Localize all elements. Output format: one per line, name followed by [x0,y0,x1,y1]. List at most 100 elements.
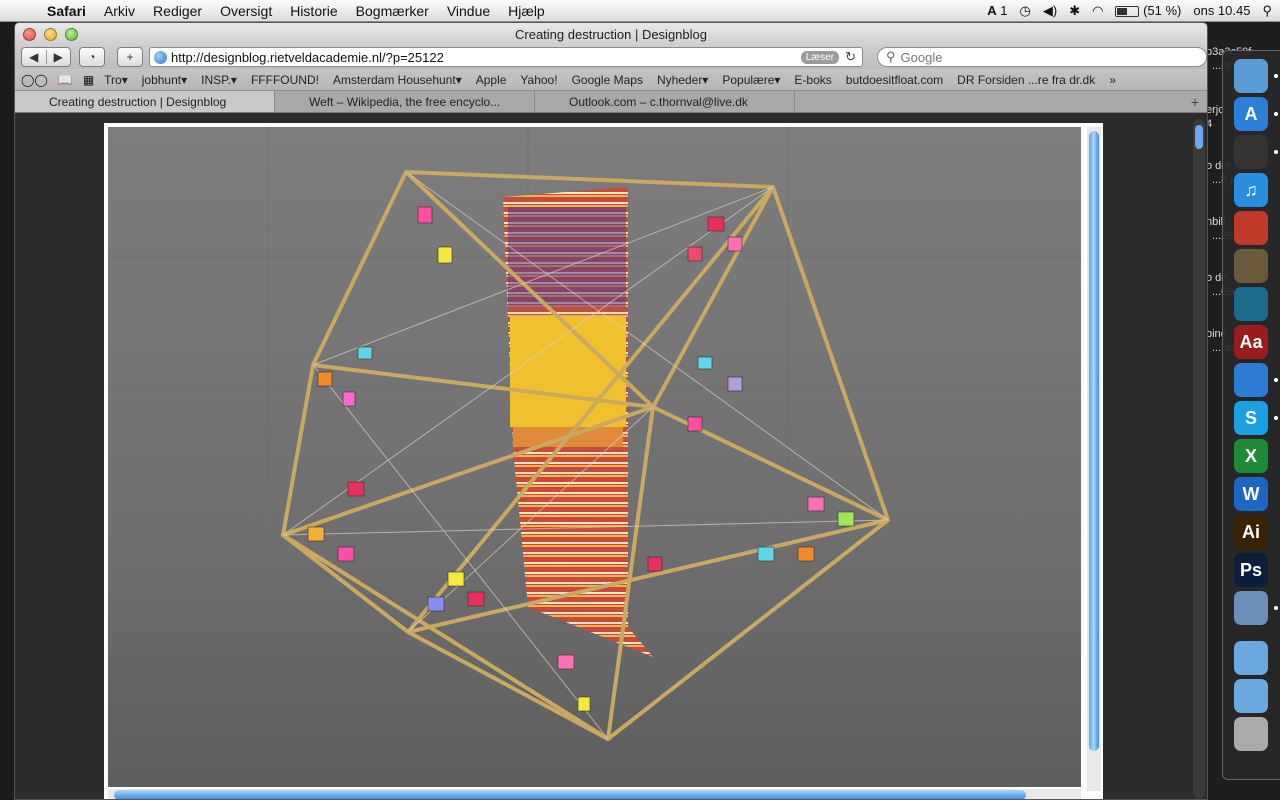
toolbar: ◀ ▶ ◔ + http://designblog.rietveldacadem… [15,45,1207,69]
dashboard-icon[interactable] [1234,135,1268,169]
volume-icon[interactable]: ◀) [1043,3,1057,19]
search-field[interactable]: ⚲ Google [877,47,1207,67]
bookmarks-overflow-icon[interactable]: » [1109,73,1116,87]
bookmark-item[interactable]: Yahoo! [520,73,557,87]
search-placeholder: Google [900,49,943,65]
running-indicator [1274,74,1278,78]
bookmark-item[interactable]: Tro▾ [104,73,128,87]
clock-icon: ◔ [88,50,96,64]
running-indicator [1274,378,1278,382]
bookmark-item[interactable]: Amsterdam Househunt▾ [333,73,462,87]
bookmark-item[interactable]: butdoesitfloat.com [846,73,943,87]
spotlight-icon[interactable]: ⚲ [1262,3,1272,19]
preview-icon[interactable] [1234,591,1268,625]
photoshop-icon[interactable]: Ps [1234,553,1268,587]
bookmark-item[interactable]: Apple [476,73,507,87]
bookmark-item[interactable]: Nyheder▾ [657,73,708,87]
clock[interactable]: ons 10.45 [1193,3,1250,18]
running-indicator [1274,112,1278,116]
tab-label: Weft – Wikipedia, the free encyclo... [309,94,501,109]
running-indicator [1274,606,1278,610]
battery-status[interactable]: (51 %) [1115,3,1181,18]
tab-outlook[interactable]: Outlook.com – c.thornval@live.dk [535,91,795,112]
bookmark-item[interactable]: Populære▾ [722,73,780,87]
menu-arkiv[interactable]: Arkiv [95,3,144,19]
bookmark-item[interactable]: DR Forsiden ...re fra dr.dk [957,73,1095,87]
excel-icon[interactable]: X [1234,439,1268,473]
new-tab-button[interactable]: + [1183,91,1207,112]
menu-historie[interactable]: Historie [281,3,346,19]
artwork-image [108,127,1081,787]
menu-bogmaerker[interactable]: Bogmærker [347,3,438,19]
bookmark-item[interactable]: FFFFOUND! [251,73,319,87]
page-vertical-scrollbar[interactable] [1193,119,1205,799]
history-button[interactable]: ◔ [79,47,105,67]
image-horizontal-scroll-thumb[interactable] [114,790,1026,799]
bookmark-item[interactable]: Google Maps [572,73,643,87]
bookmark-item[interactable]: jobhunt▾ [142,73,187,87]
menu-rediger[interactable]: Rediger [144,3,211,19]
skype-icon[interactable]: S [1234,401,1268,435]
title-bar[interactable]: Creating destruction | Designblog [15,23,1207,45]
input-menu[interactable]: A 1 [987,3,1007,18]
window-title: Creating destruction | Designblog [515,27,707,42]
search-icon: ⚲ [886,49,896,64]
menu-bar: Safari Arkiv Rediger Oversigt Historie B… [0,0,1280,22]
menu-app-name[interactable]: Safari [38,3,95,19]
finder-icon[interactable] [1234,59,1268,93]
url-text[interactable]: http://designblog.rietveldacademie.nl/?p… [171,50,801,65]
running-indicator [1274,150,1278,154]
address-bar[interactable]: http://designblog.rietveldacademie.nl/?p… [149,47,863,67]
bookmark-item[interactable]: E-boks [794,73,831,87]
menu-oversigt[interactable]: Oversigt [211,3,281,19]
word-icon[interactable]: W [1234,477,1268,511]
globe-icon [154,50,167,64]
input-menu-icon: A [987,3,997,18]
plus-icon: + [126,50,134,64]
illustrator-icon[interactable]: Ai [1234,515,1268,549]
back-button[interactable]: ◀ [22,50,47,64]
bookmark-item[interactable]: INSP.▾ [201,73,237,87]
documents-folder-icon[interactable] [1234,679,1268,713]
page-vertical-scroll-thumb[interactable] [1195,125,1203,149]
safari-icon[interactable] [1234,363,1268,397]
image-vertical-scrollbar[interactable] [1087,127,1101,791]
dock: A ♫ Aa S X W Ai Ps [1222,50,1280,780]
reader-button[interactable]: Læser [800,50,840,64]
tab-label: Outlook.com – c.thornval@live.dk [569,94,748,109]
reload-icon[interactable]: ↻ [845,49,856,65]
photo-booth-icon[interactable] [1234,211,1268,245]
top-sites-grid-icon[interactable]: ▦ [83,73,94,87]
reading-list-icon[interactable]: ◯◯ [21,73,48,87]
battery-percent: (51 %) [1143,3,1182,18]
applications-folder-icon[interactable] [1234,641,1268,675]
tab-designblog[interactable]: Creating destruction | Designblog [15,91,275,112]
wifi-icon[interactable]: ◠ [1092,3,1103,19]
menu-hjaelp[interactable]: Hjælp [499,3,554,19]
menu-vindue[interactable]: Vindue [438,3,499,19]
input-menu-number: 1 [1000,3,1008,18]
image-horizontal-scrollbar[interactable] [108,789,1081,799]
back-forward-buttons: ◀ ▶ [21,47,71,67]
time-machine-icon[interactable] [1234,287,1268,321]
artwork-photo[interactable] [108,127,1081,787]
app-store-icon[interactable]: A [1234,97,1268,131]
tab-label: Creating destruction | Designblog [49,94,227,109]
dictionary-icon[interactable]: Aa [1234,325,1268,359]
bluetooth-icon[interactable]: ✱ [1069,3,1080,19]
battery-icon [1115,6,1140,18]
image-viewer-frame [104,123,1103,799]
time-machine-status-icon[interactable]: ◷ [1020,3,1031,19]
browser-window: Creating destruction | Designblog ◀ ▶ ◔ … [14,22,1208,800]
iphoto-icon[interactable] [1234,249,1268,283]
itunes-icon[interactable]: ♫ [1234,173,1268,207]
page-content [15,113,1207,799]
image-vertical-scroll-thumb[interactable] [1089,131,1099,751]
bookmarks-book-icon[interactable]: 📖 [58,73,73,87]
forward-button[interactable]: ▶ [47,50,71,64]
bookmarks-bar: ◯◯ 📖 ▦ Tro▾ jobhunt▾ INSP.▾ FFFFOUND! Am… [15,69,1207,91]
tab-bar: Creating destruction | Designblog Weft –… [15,91,1207,113]
tab-wikipedia[interactable]: Weft – Wikipedia, the free encyclo... [275,91,535,112]
add-bookmark-button[interactable]: + [117,47,143,67]
trash-icon[interactable] [1234,717,1268,751]
